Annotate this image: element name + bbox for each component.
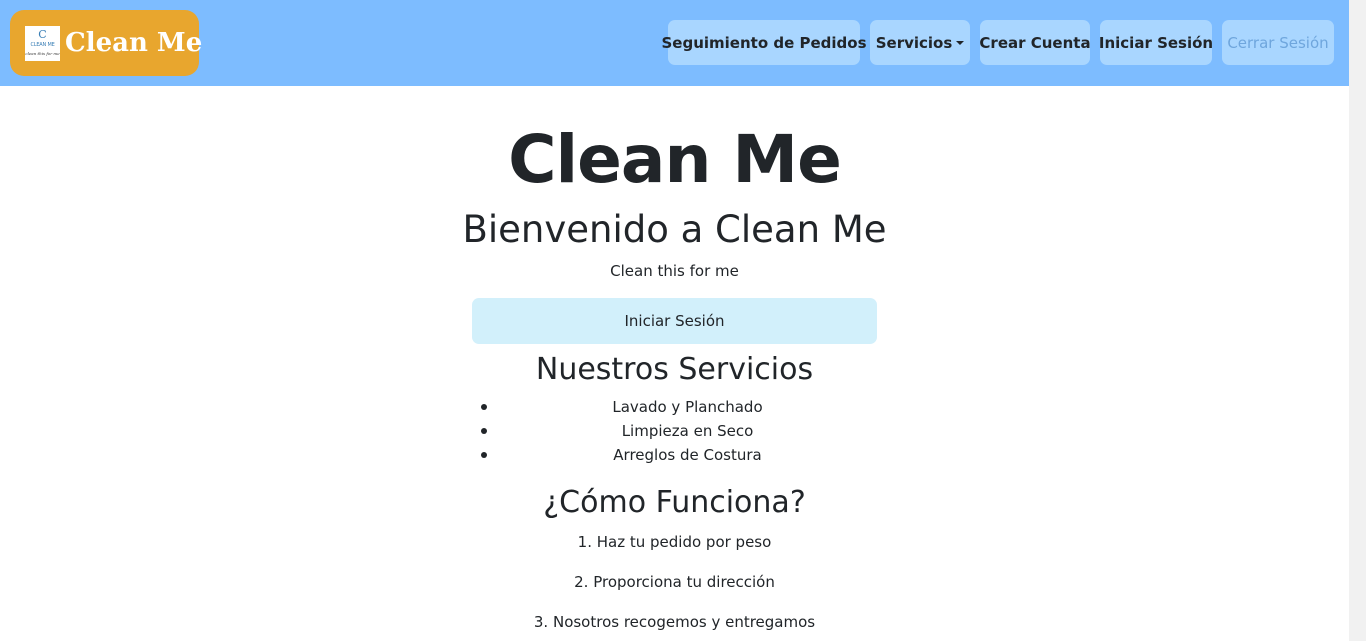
- bullet-icon: [481, 452, 487, 458]
- list-item: Limpieza en Seco: [0, 419, 1349, 443]
- nav-crear-cuenta[interactable]: Crear Cuenta: [979, 20, 1091, 65]
- bullet-icon: [481, 428, 487, 434]
- list-item: Arreglos de Costura: [0, 443, 1349, 467]
- hero-title: Clean Me: [508, 121, 842, 198]
- nav-cerrar-sesion[interactable]: Cerrar Sesión: [1222, 20, 1334, 65]
- caret-down-icon: [956, 40, 965, 45]
- services-list: Lavado y Planchado Limpieza en Seco Arre…: [0, 395, 1349, 467]
- navbar: C CLEAN ME clean this for me Clean Me Se…: [0, 0, 1349, 86]
- nav-cerrar-sesion-label: Cerrar Sesión: [1227, 33, 1329, 52]
- service-label: Arreglos de Costura: [613, 446, 762, 464]
- vertical-scrollbar[interactable]: [1349, 0, 1366, 641]
- step-3: 3. Nosotros recogemos y entregamos: [533, 613, 816, 631]
- brand-link[interactable]: C CLEAN ME clean this for me Clean Me: [10, 10, 203, 76]
- step-2: 2. Proporciona tu dirección: [574, 573, 775, 591]
- page: C CLEAN ME clean this for me Clean Me Se…: [0, 0, 1366, 641]
- service-label: Limpieza en Seco: [621, 422, 754, 440]
- login-button[interactable]: Iniciar Sesión: [472, 298, 877, 344]
- list-item: Lavado y Planchado: [0, 395, 1349, 419]
- service-label: Lavado y Planchado: [612, 398, 763, 416]
- services-heading: Nuestros Servicios: [535, 352, 814, 387]
- welcome-heading: Bienvenido a Clean Me: [462, 208, 887, 251]
- nav-iniciar-sesion[interactable]: Iniciar Sesión: [1098, 20, 1214, 65]
- logo-mark: C: [38, 27, 47, 41]
- clean-me-logo-icon: C CLEAN ME clean this for me: [25, 25, 60, 61]
- bullet-icon: [481, 404, 487, 410]
- nav-crear-cuenta-label: Crear Cuenta: [979, 33, 1091, 52]
- nav-seguimiento-pedidos[interactable]: Seguimiento de Pedidos: [662, 20, 867, 65]
- brand-name: Clean Me: [65, 28, 203, 58]
- how-it-works-heading: ¿Cómo Funciona?: [543, 485, 806, 520]
- logo-slogan: clean this for me: [25, 50, 60, 56]
- logo-text: CLEAN ME: [30, 41, 55, 48]
- nav-iniciar-sesion-label: Iniciar Sesión: [1098, 33, 1214, 52]
- nav-servicios-dropdown[interactable]: Servicios: [870, 20, 970, 65]
- step-1: 1. Haz tu pedido por peso: [577, 533, 772, 551]
- tagline: Clean this for me: [610, 262, 739, 280]
- nav-seguimiento-pedidos-label: Seguimiento de Pedidos: [661, 33, 867, 52]
- nav-servicios-label: Servicios: [875, 33, 953, 52]
